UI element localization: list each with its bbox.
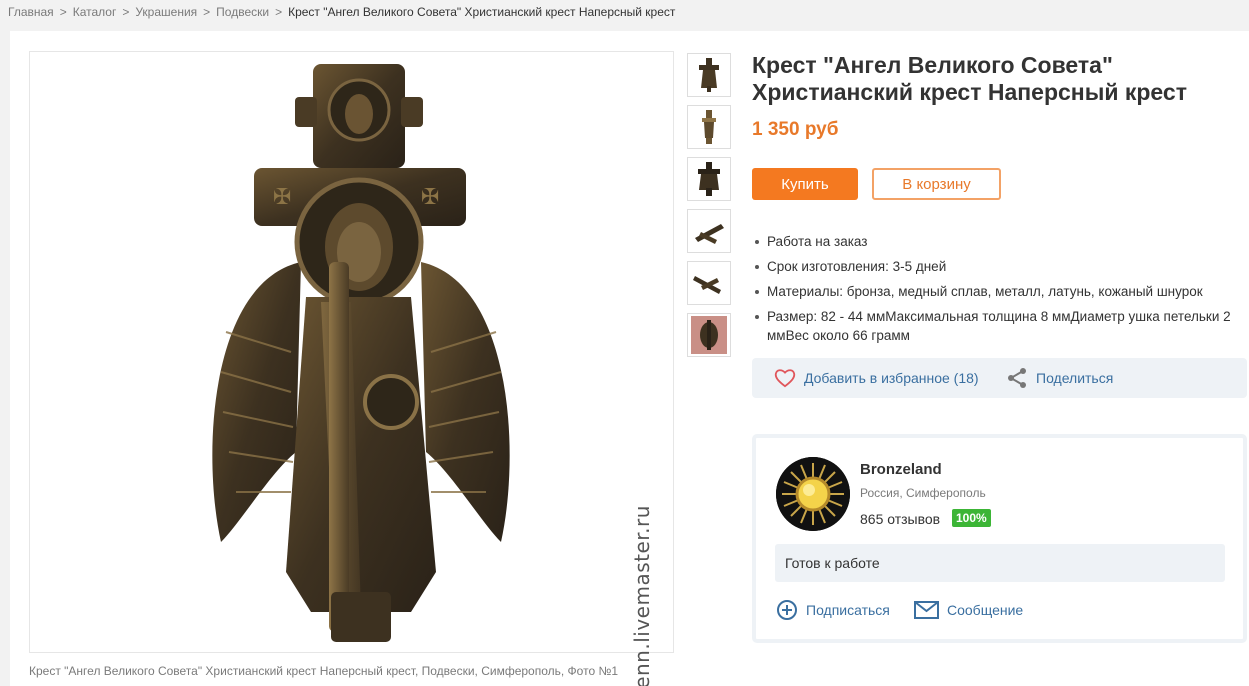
feature-item: Работа на заказ — [752, 232, 1247, 251]
share-button[interactable]: Поделиться — [1006, 358, 1113, 398]
cross-thumbnail-icon — [699, 58, 719, 92]
thumbnail-6[interactable] — [687, 313, 731, 357]
breadcrumb-catalog[interactable]: Каталог — [73, 5, 117, 19]
breadcrumb-separator: > — [59, 5, 67, 19]
seller-avatar[interactable] — [776, 457, 850, 531]
thumbnail-5[interactable] — [687, 261, 731, 305]
breadcrumb-pendants[interactable]: Подвески — [216, 5, 269, 19]
breadcrumb-separator: > — [122, 5, 130, 19]
breadcrumb-separator: > — [203, 5, 211, 19]
feature-item: Срок изготовления: 3-5 дней — [752, 257, 1247, 276]
thumbnail-list — [687, 53, 731, 365]
seller-card: Bronzeland Россия, Симферополь 865 отзыв… — [752, 434, 1247, 643]
cross-thumbnail-icon — [695, 224, 724, 244]
breadcrumb-current: Крест "Ангел Великого Совета" Христианск… — [288, 5, 676, 19]
svg-text:✠: ✠ — [273, 185, 291, 210]
add-to-cart-button[interactable]: В корзину — [872, 168, 1001, 200]
breadcrumb-jewelry[interactable]: Украшения — [135, 5, 197, 19]
seller-status: Готов к работе — [775, 544, 1225, 582]
share-label: Поделиться — [1036, 370, 1114, 386]
envelope-icon — [914, 601, 939, 619]
breadcrumb: Главная > Каталог > Украшения > Подвески > Крест… — [8, 5, 675, 19]
product-price: 1 350 руб — [752, 119, 839, 140]
breadcrumb-separator: > — [275, 5, 283, 19]
message-button[interactable]: Сообщение — [914, 598, 1023, 622]
cross-thumbnail-icon — [691, 316, 727, 354]
feature-item: Материалы: бронза, медный сплав, металл,… — [752, 282, 1247, 301]
thumbnail-3[interactable] — [687, 157, 731, 201]
thumbnail-4[interactable] — [687, 209, 731, 253]
seller-name[interactable]: Bronzeland — [860, 461, 942, 478]
subscribe-label: Подписаться — [806, 602, 890, 618]
cross-thumbnail-icon — [702, 110, 716, 144]
seller-reviews[interactable]: 865 отзывов — [860, 511, 940, 527]
message-label: Сообщение — [947, 602, 1024, 618]
photo-caption: Крест "Ангел Великого Совета" Христианск… — [29, 664, 619, 678]
product-title: Крест "Ангел Великого Совета" Христианск… — [752, 52, 1187, 105]
main-photo-frame[interactable]: ✠ ✠ benn.livemaster.ru — [29, 51, 674, 686]
main-photo[interactable]: ✠ ✠ — [51, 52, 651, 652]
watermark-text: benn.livemaster.ru — [630, 505, 654, 686]
thumbnail-1[interactable] — [687, 53, 731, 97]
buy-button[interactable]: Купить — [752, 168, 858, 200]
cross-thumbnail-icon — [693, 276, 721, 294]
breadcrumb-home[interactable]: Главная — [8, 5, 54, 19]
add-to-favorites-button[interactable]: Добавить в избранное (18) — [774, 358, 979, 398]
subscribe-button[interactable]: Подписаться — [776, 598, 890, 622]
thumbnail-2[interactable] — [687, 105, 731, 149]
seller-location: Россия, Симферополь — [860, 486, 986, 500]
heart-icon — [774, 369, 796, 388]
plus-circle-icon — [777, 600, 797, 620]
cross-angel-image: ✠ ✠ — [212, 64, 510, 642]
product-actions-bar: Добавить в избранное (18) Поделиться — [752, 358, 1247, 398]
product-features: Работа на заказ Срок изготовления: 3-5 д… — [752, 232, 1247, 351]
sun-logo-icon — [776, 457, 850, 531]
watermark: benn.livemaster.ru — [628, 505, 658, 686]
share-icon — [1008, 368, 1026, 388]
add-to-favorites-label: Добавить в избранное (18) — [804, 370, 979, 386]
rating-badge: 100% — [952, 509, 991, 527]
feature-item: Размер: 82 - 44 ммМаксимальная толщина 8… — [752, 307, 1247, 345]
cross-thumbnail-icon — [698, 162, 720, 196]
svg-text:✠: ✠ — [421, 185, 439, 210]
